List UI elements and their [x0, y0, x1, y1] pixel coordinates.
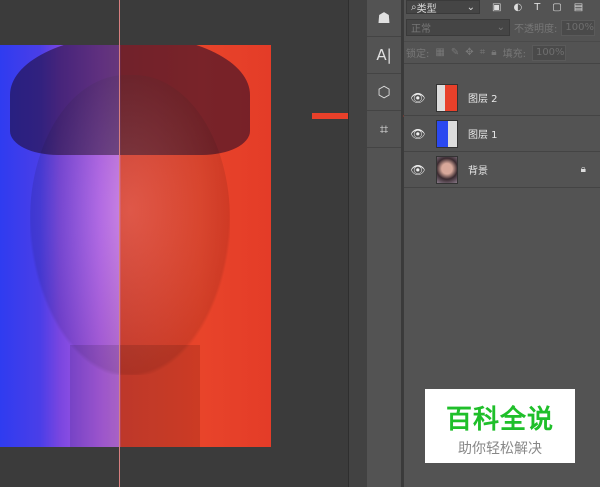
- layer-thumbnail: [436, 119, 458, 148]
- filter-select[interactable]: ⌕ 类型 ⌄: [406, 0, 480, 15]
- lock-icon: 🔒︎: [580, 164, 586, 175]
- shape-filter-icon[interactable]: ▢: [552, 2, 561, 13]
- blend-mode-select[interactable]: 正常 ⌄: [406, 19, 510, 36]
- type-filter-icon[interactable]: T: [534, 2, 540, 13]
- document-canvas[interactable]: [0, 0, 404, 487]
- filter-value: 类型: [416, 3, 437, 15]
- tool-strip: ☗ A| ⬡ ⌗: [367, 0, 403, 487]
- layer-name: 图层 1: [468, 130, 498, 141]
- blend-mode-value: 正常: [411, 24, 431, 35]
- panel-divider[interactable]: [348, 0, 367, 487]
- eye-icon[interactable]: 👁︎: [404, 91, 432, 105]
- lock-brush-icon[interactable]: ✎: [451, 47, 459, 58]
- layer-row[interactable]: 👁︎ 图层 2: [404, 80, 600, 116]
- layer-name: 图层 2: [468, 94, 498, 105]
- lock-artboard-icon[interactable]: ⌗: [480, 47, 486, 58]
- layer-thumbnail: [436, 155, 458, 184]
- adjustment-filter-icon[interactable]: ◐: [513, 2, 522, 13]
- type-icon[interactable]: A|: [367, 37, 401, 74]
- image-filter-icon[interactable]: ▣: [492, 2, 501, 13]
- chevron-down-icon: ⌄: [466, 1, 475, 13]
- smart-object-filter-icon[interactable]: ▤: [574, 2, 583, 13]
- opacity-label: 不透明度:: [514, 24, 558, 35]
- lock-all-icon[interactable]: 🔒︎: [491, 47, 496, 58]
- eye-icon[interactable]: 👁︎: [404, 127, 432, 141]
- eye-icon[interactable]: 👁︎: [404, 163, 432, 177]
- crop-icon[interactable]: ⌗: [367, 111, 401, 148]
- lock-move-icon[interactable]: ✥: [465, 47, 473, 58]
- fill-input[interactable]: 100%: [531, 44, 566, 61]
- watermark-subtitle: 助你轻松解决: [458, 441, 542, 457]
- stamp-icon[interactable]: ☗: [367, 0, 401, 37]
- watermark-title: 百科全说: [445, 405, 554, 435]
- fill-label: 填充:: [502, 49, 526, 60]
- vertical-guide[interactable]: [119, 0, 120, 487]
- 3d-icon[interactable]: ⬡: [367, 74, 401, 111]
- layer-row[interactable]: 👁︎ 图层 1: [404, 116, 600, 152]
- lock-label: 锁定:: [406, 49, 430, 60]
- portrait-photo: [0, 45, 271, 447]
- layer-row[interactable]: 👁︎ 背景 🔒︎: [404, 152, 600, 188]
- lock-transparent-icon[interactable]: ▦: [435, 47, 444, 58]
- layer-thumbnail: [436, 83, 458, 112]
- opacity-input[interactable]: 100%: [561, 19, 596, 36]
- watermark: 百科全说 助你轻松解决: [425, 389, 575, 463]
- layer-name: 背景: [468, 166, 488, 177]
